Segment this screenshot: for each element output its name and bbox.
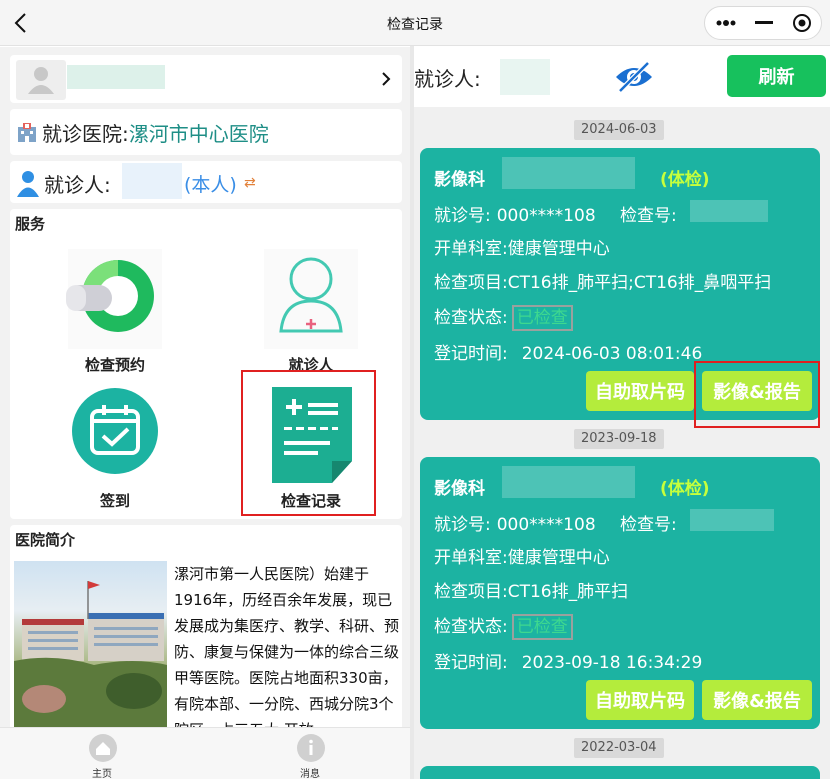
status-badge: 已检查	[511, 614, 573, 640]
bottom-nav: 主页 消息	[0, 727, 414, 780]
records-header: 就诊人: 刷新	[414, 47, 830, 107]
record-exam-no-redacted	[690, 509, 774, 531]
record-exam-no-redacted	[690, 200, 768, 222]
hospital-intro-card: 医院简介 漯河市第一人民医院）始建于1916年，历经百余年发展，现已发展成为集医…	[10, 525, 402, 727]
record-ordering-dept: 开单科室:健康管理中心	[434, 548, 610, 568]
minimize-icon[interactable]	[745, 7, 783, 39]
record-exam-name-redacted	[502, 157, 635, 189]
patient-name-redacted	[500, 59, 550, 95]
user-name-redacted	[67, 65, 165, 89]
patient-label: 就诊人:	[44, 173, 111, 197]
hospital-row[interactable]: 就诊医院:漯河市中心医院	[10, 109, 402, 155]
exam-record-card[interactable]: 影像科 (体检) 就诊号: 000****108 检查号: 开单科室:健康管理中心…	[420, 457, 820, 729]
info-icon	[297, 734, 325, 762]
service-patient[interactable]: 就诊人	[236, 249, 386, 375]
switch-patient-icon[interactable]: ⇄	[244, 175, 256, 191]
nav-home[interactable]: 主页	[72, 732, 132, 780]
calendar-checkin-icon	[72, 388, 158, 474]
refresh-button[interactable]: 刷新	[727, 55, 826, 97]
record-exam-no-label: 检查号:	[620, 206, 677, 226]
record-reg-time: 登记时间: 2024-06-03 08:01:46	[434, 344, 703, 364]
record-dept: 影像科	[434, 170, 485, 190]
film-code-button[interactable]: 自助取片码	[586, 680, 694, 720]
record-tag: (体检)	[660, 170, 710, 190]
record-status: 检查状态: 已检查	[434, 303, 573, 331]
highlight-box	[241, 370, 376, 516]
record-exam-items: 检查项目:CT16排_肺平扫	[434, 582, 629, 602]
record-date-chip: 2023-09-18	[574, 429, 664, 449]
patient-self-tag[interactable]: (本人)	[184, 170, 237, 197]
record-date-chip: 2022-03-04	[574, 738, 664, 758]
record-reg-time: 登记时间: 2023-09-18 16:34:29	[434, 653, 703, 673]
intro-text: 漯河市第一人民医院）始建于1916年，历经百余年发展，现已发展成为集医疗、教学、…	[174, 565, 400, 727]
exam-record-card[interactable]	[420, 766, 820, 779]
patient-row[interactable]: 就诊人: (本人) ⇄	[10, 161, 402, 203]
exam-appointment-icon	[66, 249, 162, 349]
nav-label: 消息	[300, 769, 320, 780]
user-card[interactable]	[10, 55, 402, 103]
service-exam-appointment[interactable]: 检查预约	[40, 249, 190, 375]
close-target-icon[interactable]	[783, 7, 821, 39]
highlight-box	[694, 361, 820, 428]
home-panel: 就诊医院:漯河市中心医院 就诊人: (本人) ⇄ 服务 检查预约 就诊人 签到 …	[0, 47, 410, 727]
services-title: 服务	[15, 215, 46, 233]
chevron-right-icon[interactable]	[380, 69, 392, 89]
nav-label: 主页	[92, 769, 112, 780]
service-label: 签到	[99, 492, 130, 510]
person-icon	[16, 168, 40, 198]
hospital-building-icon	[16, 121, 38, 143]
status-badge: 已检查	[511, 305, 573, 331]
record-visit-no: 就诊号: 000****108	[434, 515, 596, 535]
record-exam-items: 检查项目:CT16排_肺平扫;CT16排_鼻咽平扫	[434, 273, 772, 293]
service-label: 检查预约	[84, 356, 145, 374]
hospital-photo	[14, 561, 167, 727]
patient-label: 就诊人:	[414, 67, 481, 91]
record-exam-name-redacted	[502, 466, 635, 498]
intro-title: 医院简介	[15, 531, 76, 549]
patient-profile-icon	[264, 249, 358, 349]
record-visit-no: 就诊号: 000****108	[434, 206, 596, 226]
record-dept: 影像科	[434, 479, 485, 499]
hospital-label: 就诊医院:漯河市中心医院	[42, 122, 269, 146]
eye-hidden-icon[interactable]	[612, 59, 656, 95]
record-status: 检查状态: 已检查	[434, 612, 573, 640]
home-icon	[89, 734, 117, 762]
record-tag: (体检)	[660, 479, 710, 499]
services-card: 服务 检查预约 就诊人 签到 检查记录	[10, 209, 402, 519]
avatar	[16, 60, 66, 100]
service-checkin[interactable]: 签到	[40, 385, 190, 511]
film-code-button[interactable]: 自助取片码	[586, 371, 694, 411]
title-bar: 检查记录	[0, 0, 830, 46]
more-dots-icon[interactable]	[707, 7, 745, 39]
image-report-button[interactable]: 影像&报告	[702, 680, 812, 720]
hospital-name: 漯河市中心医院	[128, 122, 269, 146]
record-exam-no-label: 检查号:	[620, 515, 677, 535]
miniprogram-capsule	[704, 6, 822, 40]
patient-name-redacted	[122, 163, 182, 199]
nav-messages[interactable]: 消息	[280, 732, 340, 780]
record-ordering-dept: 开单科室:健康管理中心	[434, 239, 610, 259]
record-date-chip: 2024-06-03	[574, 120, 664, 140]
